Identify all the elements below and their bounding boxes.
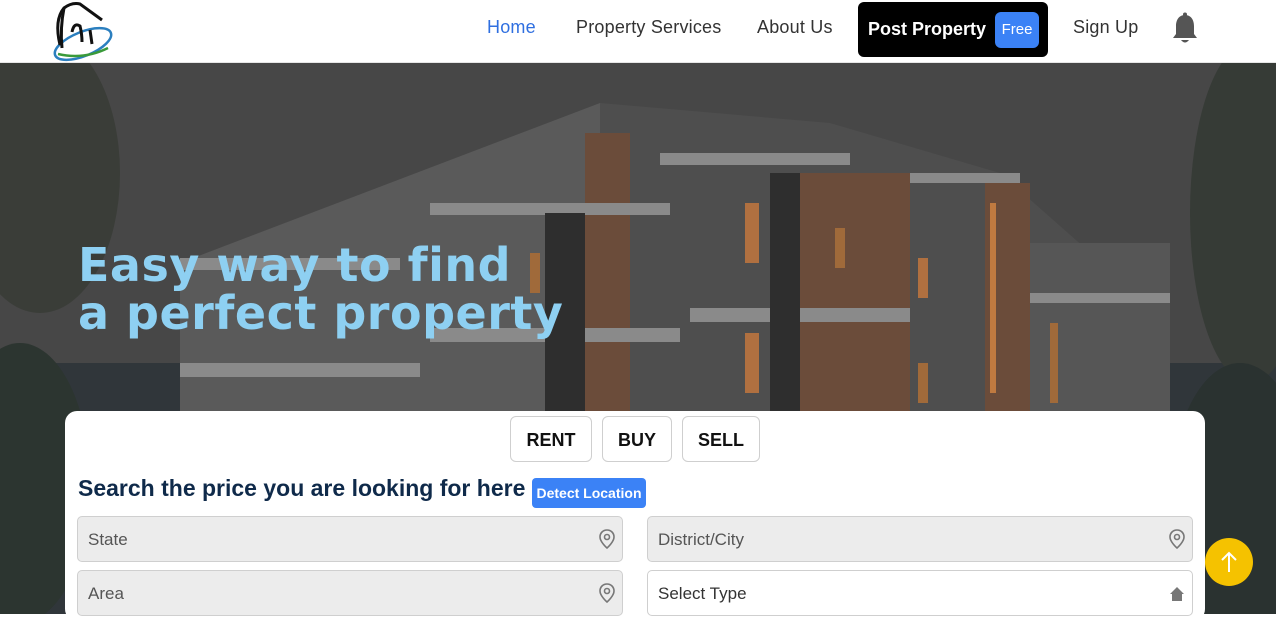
nav-home-link[interactable]: Home	[487, 17, 536, 38]
district-city-placeholder: District/City	[658, 530, 744, 549]
select-type-value: Select Type	[658, 584, 747, 603]
hero-title-line2: a perfect property	[78, 286, 564, 340]
select-type-dropdown[interactable]: Select Type	[647, 570, 1193, 616]
house-logo-icon[interactable]	[50, 0, 116, 62]
tab-buy[interactable]: BUY	[602, 416, 672, 462]
bell-icon[interactable]	[1170, 12, 1200, 46]
nav-property-services-link[interactable]: Property Services	[576, 17, 721, 38]
state-placeholder: State	[88, 530, 128, 549]
tab-rent[interactable]: RENT	[510, 416, 592, 462]
post-property-label: Post Property	[868, 19, 987, 39]
location-pin-icon	[599, 583, 615, 603]
search-title: Search the price you are looking for her…	[78, 475, 526, 501]
search-card: RENT BUY SELL Search the price you are l…	[65, 411, 1205, 621]
tab-sell[interactable]: SELL	[682, 416, 760, 462]
nav-sign-up-link[interactable]: Sign Up	[1073, 17, 1138, 38]
site-header: Home Property Services About Us Post Pro…	[0, 0, 1276, 63]
home-icon	[1170, 587, 1184, 601]
area-placeholder: Area	[88, 584, 124, 603]
location-pin-icon	[1169, 529, 1185, 549]
area-field[interactable]: Area	[77, 570, 623, 616]
nav-about-us-link[interactable]: About Us	[757, 17, 833, 38]
detect-location-button[interactable]: Detect Location	[532, 478, 646, 508]
post-property-button[interactable]: Post Property Free	[858, 2, 1048, 57]
scroll-to-top-button[interactable]	[1205, 538, 1253, 586]
arrow-up-icon	[1221, 551, 1237, 572]
hero-title: Easy way to find a perfect property	[78, 241, 563, 337]
district-city-field[interactable]: District/City	[647, 516, 1193, 562]
free-badge: Free	[995, 12, 1039, 48]
location-pin-icon	[599, 529, 615, 549]
hero-title-line1: Easy way to find	[78, 238, 512, 292]
state-field[interactable]: State	[77, 516, 623, 562]
